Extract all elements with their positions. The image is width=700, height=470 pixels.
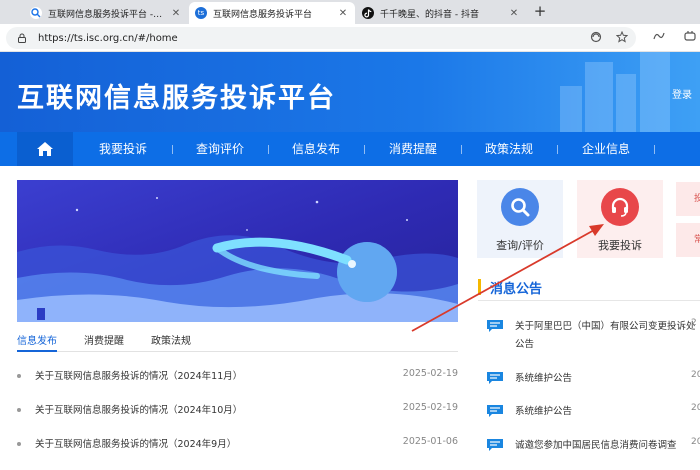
news-date: 2025-01-06 [402, 436, 458, 447]
message-icon [487, 405, 503, 417]
news-title[interactable]: 关于互联网信息服务投诉的情况（2024年11月） [35, 368, 242, 382]
notice-text[interactable]: 系统维护公告 [515, 403, 695, 421]
new-tab-button[interactable]: + [531, 3, 549, 21]
notice-heading: 消息公告 [490, 282, 543, 297]
nav-separator [557, 145, 558, 154]
notice-date: 20 [691, 437, 700, 447]
news-item[interactable]: 关于互联网信息服务投诉的情况（2024年9月） 2025-01-06 [17, 436, 458, 452]
browser-tab-active[interactable]: ts 互联网信息服务投诉平台 ✕ [189, 2, 355, 24]
site-title: 互联网信息服务投诉平台 [17, 83, 336, 114]
notice-date: 2 [691, 318, 697, 328]
notice-text[interactable]: 系统维护公告 [515, 370, 695, 388]
message-icon [487, 439, 503, 451]
notice-text-cont[interactable]: 公告 [515, 336, 695, 354]
tab-info-release[interactable]: 信息发布 [17, 332, 57, 347]
tab-consumer-alert[interactable]: 消费提醒 [84, 332, 124, 347]
notice-date: 20 [691, 370, 700, 380]
card-label: 我要投诉 [598, 239, 642, 252]
nav-separator [364, 145, 365, 154]
main-nav: 我要投诉 查询评价 信息发布 消费提醒 政策法规 企业信息 [0, 132, 700, 166]
tab-label: 互联网信息服务投诉平台 [213, 9, 313, 20]
notice-item[interactable]: 关于阿里巴巴（中国）有限公司变更投诉处理 公告 2 [486, 318, 700, 354]
news-title[interactable]: 关于互联网信息服务投诉的情况（2024年9月） [35, 436, 236, 450]
headset-icon [601, 188, 639, 226]
section-accent-bar [478, 279, 481, 295]
side-shortcut[interactable]: 常 [676, 223, 700, 257]
nav-consumer-alert[interactable]: 消费提醒 [378, 132, 448, 166]
building-decoration [616, 74, 636, 132]
nav-enterprise[interactable]: 企业信息 [571, 132, 641, 166]
nav-separator [654, 145, 655, 154]
url-field[interactable]: https://ts.isc.org.cn/#/home [6, 27, 636, 49]
close-icon[interactable]: ✕ [170, 8, 182, 19]
news-tabs: 信息发布 消费提醒 政策法规 [17, 328, 458, 352]
news-date: 2025-02-19 [402, 402, 458, 413]
extensions-icon[interactable] [652, 30, 666, 45]
news-item[interactable]: 关于互联网信息服务投诉的情况（2024年10月） 2025-02-19 [17, 402, 458, 418]
notice-item[interactable]: 诚邀您参加中国居民信息消费问卷调查 20 [486, 437, 700, 455]
nav-info[interactable]: 信息发布 [281, 132, 351, 166]
hero-banner[interactable] [17, 180, 458, 322]
nav-complain[interactable]: 我要投诉 [88, 132, 158, 166]
query-evaluate-card[interactable]: 查询/评价 [477, 180, 563, 258]
site-header: 互联网信息服务投诉平台 登录 [0, 52, 700, 132]
building-decoration [560, 86, 582, 132]
notice-item[interactable]: 系统维护公告 20 [486, 403, 700, 421]
close-icon[interactable]: ✕ [508, 8, 520, 19]
lock-icon [18, 33, 26, 43]
divider [478, 300, 700, 301]
bullet-icon [17, 374, 21, 378]
notice-item[interactable]: 系统维护公告 20 [486, 370, 700, 388]
active-tab-indicator [17, 350, 57, 352]
browser-tab-bar: 互联网信息服务投诉平台 - 搜索 ✕ ts 互联网信息服务投诉平台 ✕ 千千晚星… [0, 0, 700, 24]
star-icon[interactable] [615, 30, 629, 46]
address-bar: https://ts.isc.org.cn/#/home [0, 24, 700, 52]
news-date: 2025-02-19 [402, 368, 458, 379]
side-shortcut[interactable]: 投 [676, 182, 700, 216]
nav-policy[interactable]: 政策法规 [474, 132, 544, 166]
tab-label: 千千晚星、的抖音 - 抖音 [380, 9, 479, 20]
nav-home-button[interactable] [17, 132, 73, 166]
planet-illustration [17, 197, 458, 322]
bullet-icon [17, 442, 21, 446]
notice-date: 20 [691, 403, 700, 413]
close-icon[interactable]: ✕ [337, 8, 349, 19]
douyin-icon [362, 7, 374, 19]
bullet-icon [17, 408, 21, 412]
search-icon [30, 7, 42, 19]
card-label: 查询/评价 [496, 239, 544, 252]
news-title[interactable]: 关于互联网信息服务投诉的情况（2024年10月） [35, 402, 242, 416]
ts-favicon: ts [195, 7, 207, 19]
notice-text[interactable]: 诚邀您参加中国居民信息消费问卷调查 [515, 437, 695, 455]
login-link[interactable]: 登录 [672, 86, 692, 101]
nav-separator [268, 145, 269, 154]
message-icon [487, 320, 503, 332]
copilot-icon[interactable] [684, 30, 696, 45]
browser-tab-douyin[interactable]: 千千晚星、的抖音 - 抖音 ✕ [356, 2, 526, 24]
notice-text[interactable]: 关于阿里巴巴（中国）有限公司变更投诉处理 [515, 318, 695, 336]
translate-icon[interactable] [590, 31, 602, 46]
nav-separator [461, 145, 462, 154]
nav-separator [172, 145, 173, 154]
browser-tab-search[interactable]: 互联网信息服务投诉平台 - 搜索 ✕ [24, 2, 188, 24]
complain-card[interactable]: 我要投诉 [577, 180, 663, 258]
url-text: https://ts.isc.org.cn/#/home [38, 32, 178, 44]
building-decoration [640, 52, 670, 132]
news-item[interactable]: 关于互联网信息服务投诉的情况（2024年11月） 2025-02-19 [17, 368, 458, 384]
magnifier-icon [501, 188, 539, 226]
tab-policy[interactable]: 政策法规 [151, 332, 191, 347]
nav-query[interactable]: 查询评价 [185, 132, 255, 166]
tab-label: 互联网信息服务投诉平台 - 搜索 [48, 9, 164, 20]
message-icon [487, 372, 503, 384]
building-decoration [585, 62, 613, 132]
home-icon [37, 142, 53, 156]
